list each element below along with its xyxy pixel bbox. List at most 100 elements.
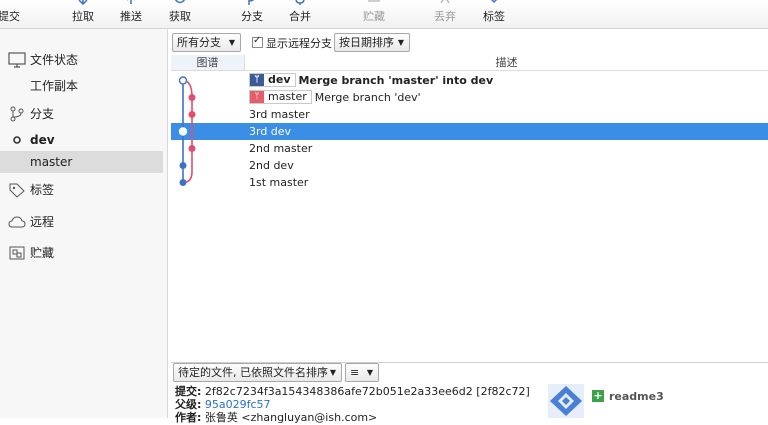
commit-button[interactable]: 提交 xyxy=(0,0,24,28)
pending-files-value: 待定的文件, 已依照文件名排序 xyxy=(178,366,328,379)
branch-tag[interactable]: ᛘ dev xyxy=(249,73,296,87)
show-remote-label: 显示远程分支 xyxy=(266,37,332,50)
tag-icon xyxy=(490,0,498,4)
commit-description: 2nd master xyxy=(249,140,312,157)
commit-node xyxy=(188,111,196,119)
commit-node xyxy=(188,144,196,152)
tag-label: 标签 xyxy=(483,10,505,23)
bottom-bar: 待定的文件, 已依照文件名排序 ▼ ≡ ▼ xyxy=(171,362,768,382)
commit-row[interactable]: 1st master xyxy=(171,174,768,191)
discard-label: 丢弃 xyxy=(434,10,456,23)
sidebar-item-tags[interactable]: 标签 xyxy=(0,179,163,201)
monitor-icon xyxy=(8,52,26,68)
tag-icon xyxy=(9,183,25,198)
commit-row[interactable]: 2nd dev xyxy=(171,157,768,174)
pull-label: 拉取 xyxy=(72,10,94,23)
pull-button[interactable]: 拉取 xyxy=(66,0,100,28)
sidebar-item-file-status[interactable]: 文件状态 xyxy=(0,49,163,71)
discard-icon xyxy=(440,0,450,4)
commit-message: 2nd master xyxy=(249,142,313,155)
chevron-down-icon: ▼ xyxy=(366,368,373,377)
chevron-down-icon: ▼ xyxy=(228,38,235,47)
commit-description: ᛘ master Merge branch 'dev' xyxy=(249,89,421,106)
sidebar-item-label: 文件状态 xyxy=(30,53,79,67)
commit-node xyxy=(178,127,188,136)
commit-row[interactable]: 3rd master xyxy=(171,106,768,123)
commit-row[interactable]: ᛘ master Merge branch 'dev' xyxy=(171,89,768,106)
avatar xyxy=(548,384,584,418)
branch-label: 分支 xyxy=(241,10,263,23)
merge-button[interactable]: 合并 xyxy=(283,0,317,28)
commit-message: 1st master xyxy=(249,176,309,189)
tag-button[interactable]: 标签 xyxy=(477,0,511,28)
filter-bar: 所有分支 ▼ 显示远程分支 按日期排序 ▼ xyxy=(170,33,768,53)
sort-value: 按日期排序 xyxy=(339,36,394,49)
commit-description: 3rd dev xyxy=(249,123,291,140)
stash-icon xyxy=(368,0,380,2)
chevron-down-icon: ▼ xyxy=(329,368,336,377)
commit-node xyxy=(188,94,196,102)
sidebar-item-label: 分支 xyxy=(30,107,55,121)
sidebar-item-branches[interactable]: 分支 xyxy=(0,103,163,125)
branch-icon: ᛘ xyxy=(250,74,264,86)
branch-tag-label: master xyxy=(268,90,307,103)
sidebar-item-branch-dev[interactable]: dev xyxy=(0,129,163,151)
view-mode-dropdown[interactable]: ≡ ▼ xyxy=(345,363,379,382)
commit-graph xyxy=(178,76,196,186)
sidebar-item-label: 贮藏 xyxy=(30,246,55,260)
commit-description: 2nd dev xyxy=(249,157,294,174)
changed-files-panel: + readme3 xyxy=(546,384,768,418)
column-header-description[interactable]: 描述 xyxy=(245,55,768,71)
push-label: 推送 xyxy=(120,10,142,23)
chevron-down-icon: ▼ xyxy=(397,38,404,47)
author-row: 作者: 张鲁英 <zhangluyan@ish.com> xyxy=(175,409,377,425)
commit-description: ᛘ dev Merge branch 'master' into dev xyxy=(249,72,493,89)
commit-row[interactable]: ᛘ dev Merge branch 'master' into dev xyxy=(171,72,768,89)
list-icon: ≡ xyxy=(350,366,360,379)
branch-tag[interactable]: ᛘ master xyxy=(249,90,312,104)
sidebar-item-working-copy[interactable]: 工作副本 xyxy=(0,75,163,97)
commit-description: 3rd master xyxy=(249,106,310,123)
commit-label: 提交 xyxy=(0,10,20,23)
changed-file-item[interactable]: readme3 xyxy=(609,390,664,403)
commit-row[interactable]: 2nd master xyxy=(171,140,768,157)
cloud-icon xyxy=(8,216,26,228)
sidebar-item-branch-master[interactable]: master xyxy=(0,151,163,173)
sidebar-item-stashes[interactable]: 贮藏 xyxy=(0,242,163,264)
sidebar-item-label: master xyxy=(30,155,73,169)
file-added-icon: + xyxy=(592,389,604,402)
fetch-icon xyxy=(174,0,186,4)
sidebar-item-remotes[interactable]: 远程 xyxy=(0,211,163,233)
commit-message: 3rd master xyxy=(249,108,310,121)
sidebar-item-label: 标签 xyxy=(30,183,55,197)
branch-filter-dropdown[interactable]: 所有分支 ▼ xyxy=(172,33,241,52)
commit-row[interactable]: 3rd dev xyxy=(171,123,768,140)
discard-button[interactable]: 丢弃 xyxy=(428,0,462,28)
sort-dropdown[interactable]: 按日期排序 ▼ xyxy=(334,33,410,52)
push-button[interactable]: 推送 xyxy=(114,0,148,28)
show-remote-checkbox[interactable] xyxy=(252,35,263,48)
commit-node xyxy=(179,161,187,169)
push-icon xyxy=(127,0,135,4)
fetch-button[interactable]: 获取 xyxy=(163,0,197,28)
pull-icon xyxy=(78,0,88,5)
sidebar: 文件状态 工作副本 分支 dev master 标签 远程 贮藏 xyxy=(0,29,168,418)
branch-button[interactable]: 分支 xyxy=(235,0,269,28)
merge-icon xyxy=(295,0,305,5)
stash-button[interactable]: 贮藏 xyxy=(357,0,391,28)
current-branch-icon xyxy=(13,136,21,144)
sidebar-item-label: 远程 xyxy=(30,215,55,229)
commit-message: Merge branch 'master' into dev xyxy=(298,74,494,87)
commit-message: Merge branch 'dev' xyxy=(314,91,421,104)
sidebar-item-label: dev xyxy=(30,133,55,147)
branch-icon: ᛘ xyxy=(250,91,264,103)
fetch-label: 获取 xyxy=(169,10,191,23)
toolbar: 提交 拉取 推送 获取 分支 合并 贮藏 丢弃 标签 xyxy=(0,0,768,29)
commit-message: 2nd dev xyxy=(249,159,294,172)
merge-label: 合并 xyxy=(289,10,311,23)
branch-tag-label: dev xyxy=(268,73,291,86)
branch-filter-value: 所有分支 xyxy=(177,36,221,49)
stash-label: 贮藏 xyxy=(363,10,385,23)
commit-message: 3rd dev xyxy=(249,125,292,138)
pending-files-dropdown[interactable]: 待定的文件, 已依照文件名排序 ▼ xyxy=(173,363,342,382)
